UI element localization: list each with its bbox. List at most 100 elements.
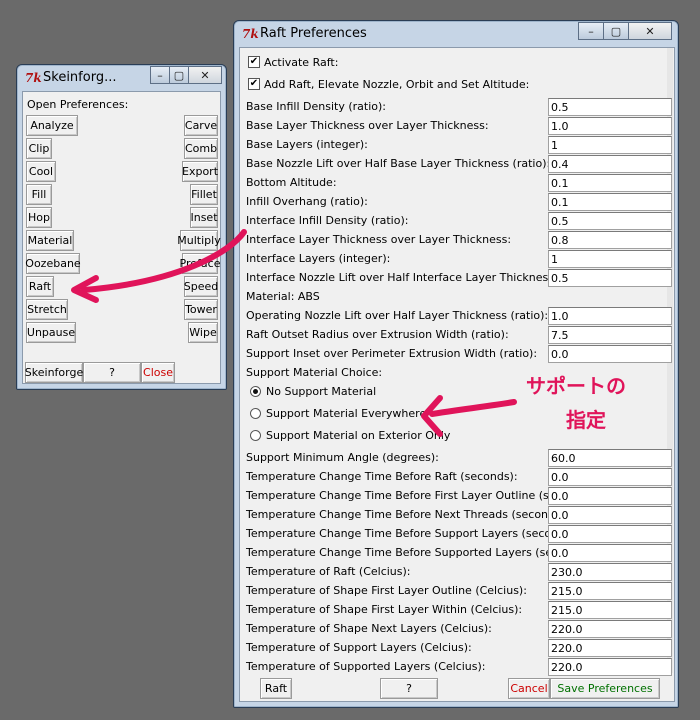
value-input[interactable]: 0.5 bbox=[548, 212, 672, 230]
open-speed-button[interactable]: Speed bbox=[184, 276, 218, 297]
maximize-icon[interactable]: ▢ bbox=[169, 66, 189, 84]
close-icon[interactable]: ✕ bbox=[628, 22, 672, 40]
checkbox[interactable]: ✔ bbox=[248, 78, 260, 90]
open-multiply-button[interactable]: Multiply bbox=[177, 230, 221, 251]
value-input[interactable]: 0.1 bbox=[548, 193, 672, 211]
value-input[interactable]: 0.5 bbox=[548, 269, 672, 287]
open-fillet-button[interactable]: Fillet bbox=[190, 184, 218, 205]
value-input[interactable]: 60.0 bbox=[548, 449, 672, 467]
support-choice-label-text: Support Material Choice: bbox=[246, 366, 383, 379]
open-wipe-button[interactable]: Wipe bbox=[188, 322, 218, 343]
field-row: Support Minimum Angle (degrees): 60.0 bbox=[246, 449, 674, 468]
field-label: Base Infill Density (ratio): bbox=[246, 100, 387, 113]
radio-row: Support Material Everywhere bbox=[246, 405, 674, 424]
radio-button[interactable] bbox=[250, 430, 261, 441]
skeinforge-client-area: Open Preferences: Skeinforge ? Close Ana… bbox=[22, 91, 221, 384]
radio-button[interactable] bbox=[250, 386, 261, 397]
open-inset-button[interactable]: Inset bbox=[190, 207, 218, 228]
field-label: Interface Nozzle Lift over Half Interfac… bbox=[246, 271, 596, 284]
field-row: Base Nozzle Lift over Half Base Layer Th… bbox=[246, 155, 674, 174]
help-button[interactable]: ? bbox=[380, 678, 438, 699]
minimize-icon[interactable]: – bbox=[578, 22, 604, 40]
value-input[interactable]: 1.0 bbox=[548, 307, 672, 325]
open-export-button[interactable]: Export bbox=[182, 161, 218, 182]
close-button[interactable]: Close bbox=[141, 362, 175, 383]
field-label: Temperature of Shape First Layer Outline… bbox=[246, 584, 527, 597]
radio-button[interactable] bbox=[250, 408, 261, 419]
checkbox-row: ✔ Activate Raft: bbox=[246, 54, 674, 73]
value-input[interactable]: 220.0 bbox=[548, 639, 672, 657]
skeinforge-button[interactable]: Skeinforge bbox=[25, 362, 83, 383]
value-input[interactable]: 230.0 bbox=[548, 563, 672, 581]
value-input[interactable]: 0.0 bbox=[548, 506, 672, 524]
field-row: Base Infill Density (ratio): 0.5 bbox=[246, 98, 674, 117]
value-input[interactable]: 0.4 bbox=[548, 155, 672, 173]
field-row: Infill Overhang (ratio): 0.1 bbox=[246, 193, 674, 212]
open-carve-button[interactable]: Carve bbox=[184, 115, 218, 136]
open-comb-button[interactable]: Comb bbox=[184, 138, 218, 159]
open-raft-button[interactable]: Raft bbox=[26, 276, 54, 297]
value-input[interactable]: 215.0 bbox=[548, 582, 672, 600]
value-input[interactable]: 0.0 bbox=[548, 544, 672, 562]
open-preface-button[interactable]: Preface bbox=[180, 253, 220, 274]
open-fill-button[interactable]: Fill bbox=[26, 184, 52, 205]
value-input[interactable]: 0.1 bbox=[548, 174, 672, 192]
skeinforge-window-title: Skeinforg... bbox=[43, 70, 117, 85]
open-hop-button[interactable]: Hop bbox=[26, 207, 52, 228]
checkbox-label: Activate Raft: bbox=[264, 56, 339, 69]
raft-titlebar[interactable]: 7k Raft Preferences – ▢ ✕ bbox=[234, 21, 678, 47]
value-input[interactable]: 1 bbox=[548, 136, 672, 154]
value-input[interactable]: 7.5 bbox=[548, 326, 672, 344]
open-clip-button[interactable]: Clip bbox=[26, 138, 52, 159]
minimize-icon[interactable]: – bbox=[150, 66, 170, 84]
value-input[interactable]: 215.0 bbox=[548, 601, 672, 619]
value-input[interactable]: 0.0 bbox=[548, 487, 672, 505]
field-label: Temperature Change Time Before Support L… bbox=[246, 527, 579, 540]
open-unpause-button[interactable]: Unpause bbox=[26, 322, 76, 343]
field-label: Temperature Change Time Before Next Thre… bbox=[246, 508, 569, 521]
raft-button[interactable]: Raft bbox=[260, 678, 292, 699]
field-row: Interface Infill Density (ratio): 0.5 bbox=[246, 212, 674, 231]
radio-row: Support Material on Exterior Only bbox=[246, 427, 674, 446]
value-input[interactable]: 0.8 bbox=[548, 231, 672, 249]
value-input[interactable]: 0.0 bbox=[548, 525, 672, 543]
open-tower-button[interactable]: Tower bbox=[184, 299, 218, 320]
cancel-button[interactable]: Cancel bbox=[508, 678, 550, 699]
field-row: Raft Outset Radius over Extrusion Width … bbox=[246, 326, 674, 345]
field-label: Support Inset over Perimeter Extrusion W… bbox=[246, 347, 538, 360]
tk-app-icon: 7k bbox=[242, 27, 259, 41]
field-row: Temperature Change Time Before Supported… bbox=[246, 544, 674, 563]
checkbox-label: Add Raft, Elevate Nozzle, Orbit and Set … bbox=[264, 78, 530, 91]
skeinforge-titlebar[interactable]: 7k Skeinforg... – ▢ ✕ bbox=[17, 65, 226, 91]
raft-preferences-window: 7k Raft Preferences – ▢ ✕ Raft ? Cancel … bbox=[233, 20, 679, 708]
value-input[interactable]: 1 bbox=[548, 250, 672, 268]
radio-label: Support Material Everywhere bbox=[266, 407, 427, 420]
radio-label: No Support Material bbox=[266, 385, 377, 398]
value-input[interactable]: 220.0 bbox=[548, 658, 672, 676]
field-label: Base Layers (integer): bbox=[246, 138, 368, 151]
value-input[interactable]: 0.0 bbox=[548, 345, 672, 363]
field-row: Temperature of Shape First Layer Outline… bbox=[246, 582, 674, 601]
open-material-button[interactable]: Material bbox=[26, 230, 74, 251]
close-icon[interactable]: ✕ bbox=[188, 66, 222, 84]
open-stretch-button[interactable]: Stretch bbox=[26, 299, 68, 320]
field-row: Base Layers (integer): 1 bbox=[246, 136, 674, 155]
field-label: Interface Infill Density (ratio): bbox=[246, 214, 409, 227]
field-label: Interface Layer Thickness over Layer Thi… bbox=[246, 233, 512, 246]
material-label: Material: ABS bbox=[246, 288, 674, 307]
field-row: Interface Layer Thickness over Layer Thi… bbox=[246, 231, 674, 250]
checkbox[interactable]: ✔ bbox=[248, 56, 260, 68]
open-oozebane-button[interactable]: Oozebane bbox=[25, 253, 81, 274]
value-input[interactable]: 0.0 bbox=[548, 468, 672, 486]
field-label: Temperature Change Time Before First Lay… bbox=[246, 489, 597, 502]
help-button[interactable]: ? bbox=[83, 362, 141, 383]
value-input[interactable]: 0.5 bbox=[548, 98, 672, 116]
save-preferences-button[interactable]: Save Preferences bbox=[550, 678, 660, 699]
field-row: Temperature Change Time Before Next Thre… bbox=[246, 506, 674, 525]
open-analyze-button[interactable]: Analyze bbox=[26, 115, 78, 136]
maximize-icon[interactable]: ▢ bbox=[603, 22, 629, 40]
value-input[interactable]: 1.0 bbox=[548, 117, 672, 135]
material-label-text: Material: ABS bbox=[246, 290, 320, 303]
open-cool-button[interactable]: Cool bbox=[26, 161, 56, 182]
value-input[interactable]: 220.0 bbox=[548, 620, 672, 638]
